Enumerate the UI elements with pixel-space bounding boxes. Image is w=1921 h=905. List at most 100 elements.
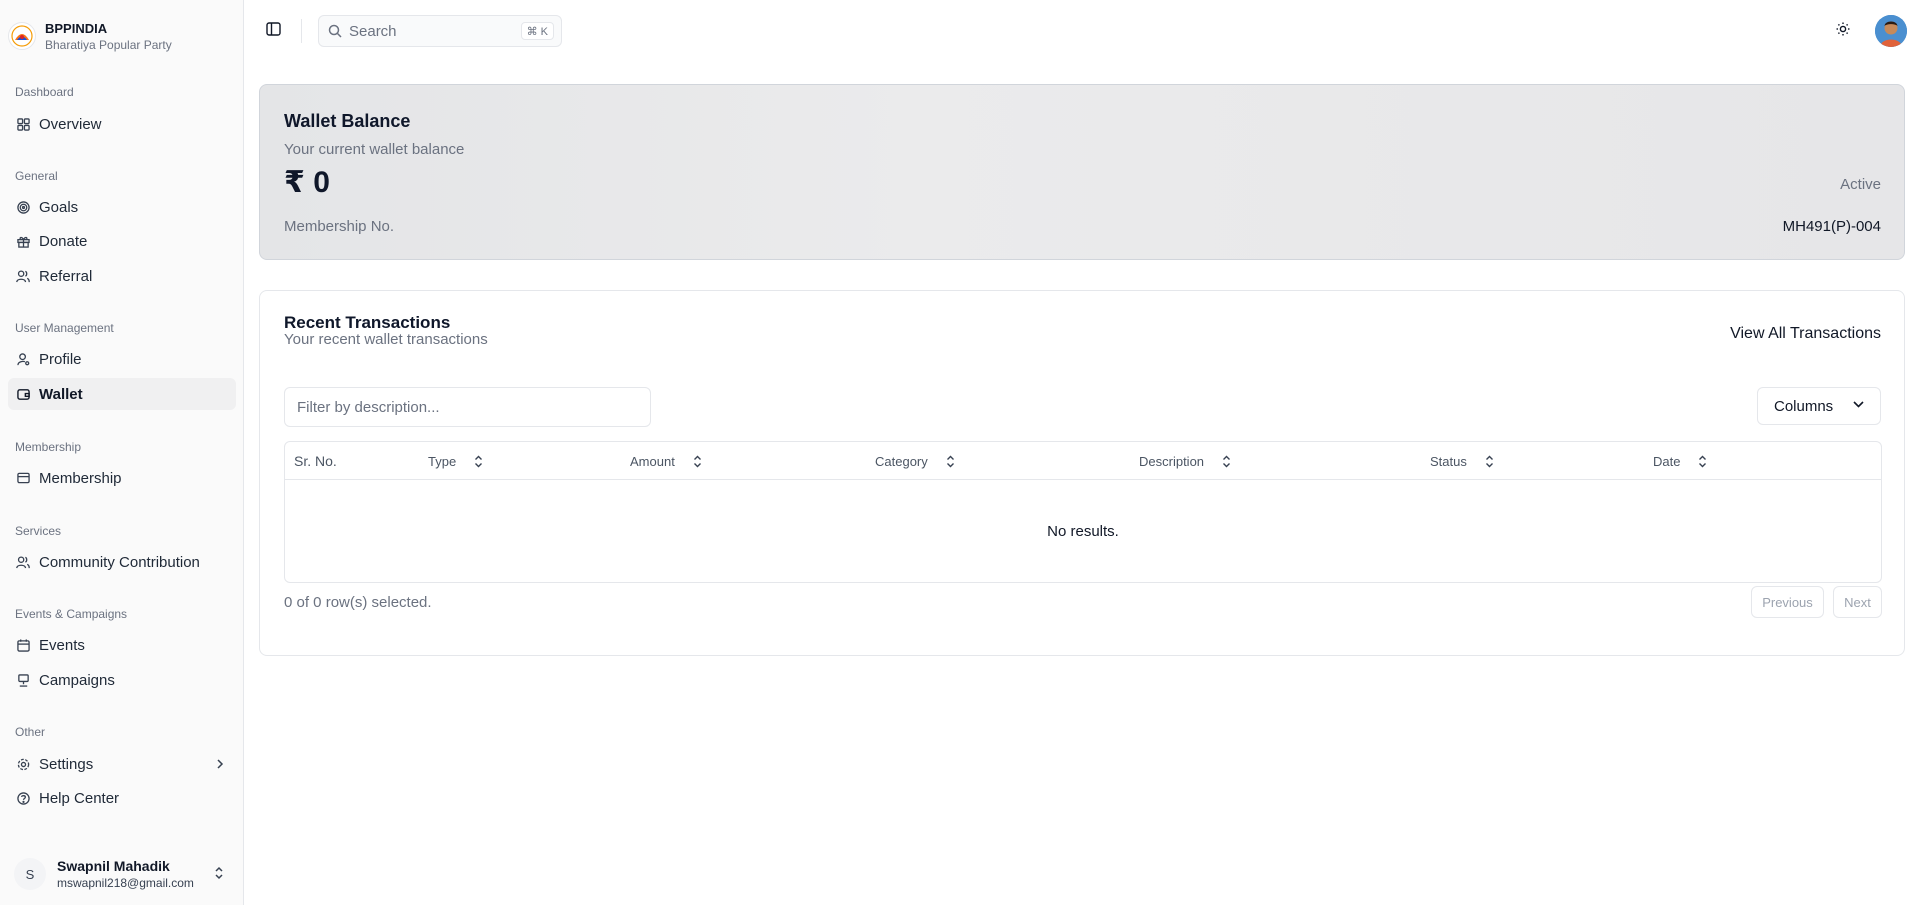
wallet-amount: ₹ 0 <box>284 166 330 199</box>
group-label-dashboard: Dashboard <box>15 85 74 99</box>
selection-count: 0 of 0 row(s) selected. <box>284 594 432 611</box>
sidebar-item-label: Overview <box>39 115 102 133</box>
user-email: mswapnil218@gmail.com <box>57 876 194 890</box>
column-header-label: Description <box>1139 453 1205 469</box>
sidebar: BPPINDIA Bharatiya Popular Party Dashboa… <box>0 0 244 905</box>
help-circle-icon <box>16 791 30 805</box>
column-header-label: Category <box>875 453 928 469</box>
chevron-down-icon <box>1853 401 1864 408</box>
membership-label: Membership No. <box>284 218 395 235</box>
avatar: S <box>14 858 46 890</box>
sidebar-item-membership[interactable]: Membership <box>8 462 236 494</box>
user-cog-icon <box>16 352 30 366</box>
column-header-amount[interactable]: Amount <box>630 442 702 480</box>
sidebar-item-profile[interactable]: Profile <box>8 343 236 375</box>
sidebar-item-label: Profile <box>39 350 82 368</box>
chevron-right-icon <box>216 757 224 774</box>
chevrons-up-down-icon <box>214 866 224 885</box>
sidebar-item-label: Community Contribution <box>39 553 200 571</box>
group-label-membership: Membership <box>15 440 82 454</box>
brand[interactable]: BPPINDIA Bharatiya Popular Party <box>8 16 236 56</box>
brand-name: BPPINDIA <box>45 20 108 36</box>
column-header-category[interactable]: Category <box>875 442 955 480</box>
sidebar-item-label: Goals <box>39 198 79 216</box>
column-header-date[interactable]: Date <box>1653 442 1707 480</box>
view-all-transactions-button[interactable]: View All Transactions <box>1730 325 1881 343</box>
search-icon <box>328 24 342 38</box>
transactions-subtitle: Your recent wallet transactions <box>284 331 488 348</box>
users-icon <box>16 269 30 283</box>
sidebar-item-wallet[interactable]: Wallet <box>8 378 236 410</box>
sidebar-item-overview[interactable]: Overview <box>8 108 236 140</box>
user-menu[interactable]: S Swapnil Mahadik mswapnil218@gmail.com <box>8 853 236 895</box>
wallet-icon <box>16 387 30 401</box>
search-placeholder: Search <box>349 22 397 40</box>
sidebar-item-referral[interactable]: Referral <box>8 260 236 292</box>
sidebar-item-label: Campaigns <box>39 671 115 689</box>
sort-icon <box>1698 455 1707 468</box>
table-header-row: Sr. No. Type Amount Category Description… <box>285 442 1881 480</box>
next-page-button[interactable]: Next <box>1833 586 1882 618</box>
column-header-status[interactable]: Status <box>1430 442 1494 480</box>
transactions-table: Sr. No. Type Amount Category Description… <box>284 441 1882 583</box>
sidebar-toggle-button[interactable] <box>260 18 286 44</box>
search-shortcut-badge: ⌘ K <box>520 22 554 40</box>
column-header-sr-no: Sr. No. <box>294 442 337 480</box>
sidebar-item-help-center[interactable]: Help Center <box>8 782 236 814</box>
sidebar-item-donate[interactable]: Donate <box>8 225 236 257</box>
card-icon <box>16 471 30 485</box>
grid-icon <box>16 117 30 131</box>
sort-icon <box>1222 455 1231 468</box>
transactions-title: Recent Transactions <box>284 313 451 332</box>
group-label-user-management: User Management <box>15 321 114 335</box>
sidebar-item-community-contribution[interactable]: Community Contribution <box>8 546 236 578</box>
columns-label: Columns <box>1774 397 1834 415</box>
sidebar-item-settings[interactable]: Settings <box>8 748 236 780</box>
users-icon <box>16 555 30 569</box>
recent-transactions-card: Recent Transactions Your recent wallet t… <box>259 290 1905 656</box>
search-input[interactable]: Search ⌘ K <box>318 15 562 47</box>
filter-description-input[interactable] <box>284 387 651 427</box>
wallet-title: Wallet Balance <box>284 111 411 131</box>
presentation-icon <box>16 673 30 687</box>
panel-left-icon <box>265 21 281 41</box>
empty-state: No results. <box>1047 522 1119 540</box>
group-label-other: Other <box>15 725 46 739</box>
sidebar-item-campaigns[interactable]: Campaigns <box>8 664 236 696</box>
party-logo-icon <box>8 22 36 50</box>
sidebar-item-label: Help Center <box>39 789 120 807</box>
group-label-general: General <box>15 169 58 183</box>
profile-avatar[interactable] <box>1875 15 1907 47</box>
wallet-status: Active <box>1840 176 1881 193</box>
column-header-type[interactable]: Type <box>428 442 483 480</box>
brand-subtitle: Bharatiya Popular Party <box>45 37 172 52</box>
column-header-label: Type <box>428 453 457 469</box>
column-header-label: Sr. No. <box>294 453 337 469</box>
sidebar-item-events[interactable]: Events <box>8 629 236 661</box>
sidebar-item-goals[interactable]: Goals <box>8 191 236 223</box>
previous-page-button[interactable]: Previous <box>1751 586 1824 618</box>
sidebar-item-label: Events <box>39 636 85 654</box>
sort-icon <box>693 455 702 468</box>
sidebar-item-label: Wallet <box>39 385 83 403</box>
columns-dropdown-button[interactable]: Columns <box>1757 387 1881 425</box>
group-label-services: Services <box>15 524 62 538</box>
gift-icon <box>16 234 30 248</box>
sort-icon <box>946 455 955 468</box>
topbar-divider <box>301 19 302 43</box>
membership-number: MH491(P)-004 <box>1782 218 1881 235</box>
sun-icon <box>1836 22 1850 41</box>
sidebar-item-label: Settings <box>39 755 94 773</box>
column-header-label: Date <box>1653 453 1681 469</box>
column-header-label: Amount <box>630 453 675 469</box>
column-header-description[interactable]: Description <box>1139 442 1231 480</box>
user-name: Swapnil Mahadik <box>57 858 170 874</box>
theme-toggle-button[interactable] <box>1830 18 1856 44</box>
sidebar-item-label: Referral <box>39 267 93 285</box>
wallet-balance-card: Wallet Balance Your current wallet balan… <box>259 84 1905 260</box>
sort-icon <box>1485 455 1494 468</box>
target-icon <box>16 200 30 214</box>
sidebar-item-label: Membership <box>39 469 122 487</box>
column-header-label: Status <box>1430 453 1467 469</box>
gear-icon <box>16 757 30 771</box>
